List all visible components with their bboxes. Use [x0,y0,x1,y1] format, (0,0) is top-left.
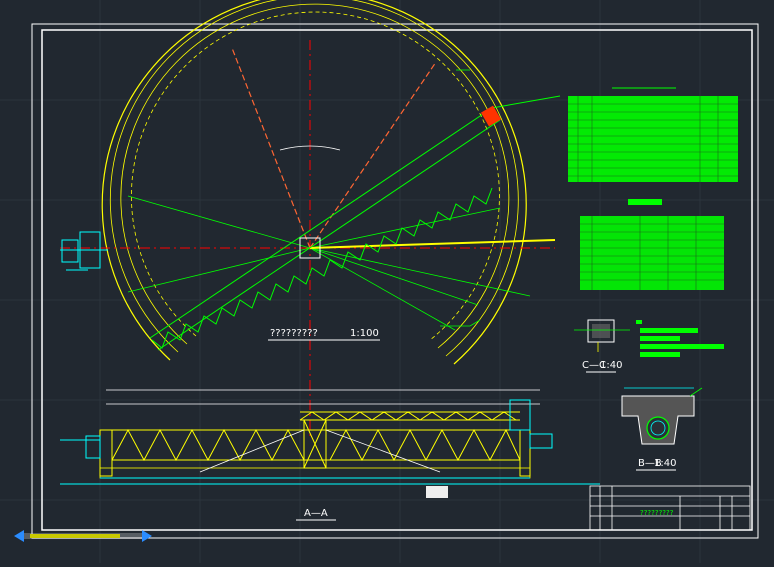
scroll-left-arrow-icon[interactable] [14,530,24,542]
plan-callouts [440,69,481,327]
elevation-block [426,486,448,498]
dashed-members [231,47,437,249]
equipment-table [568,87,738,182]
plan-view: ????????? 1:100 [60,0,561,440]
section-b-detail: B—B 1:40 [621,387,703,471]
title-block [589,485,751,531]
title-block-drawing-name: ????????? [640,509,674,517]
section-a-label: A—A [304,508,328,519]
drive-unit-highlight [480,105,502,127]
tank-ring [101,0,527,365]
truss-bridge [149,95,561,351]
plan-title: ????????? [270,328,318,339]
navigation-scrollbar[interactable] [14,530,152,542]
scroll-right-arrow-icon[interactable] [142,530,152,542]
cad-drawing-canvas[interactable]: ????????? 1:100 C—C 1:40 B—B 1:40 A—A ??… [0,0,774,563]
plan-scale: 1:100 [350,328,379,339]
scrollbar-thumb[interactable] [30,534,120,538]
left-inlet-detail [60,231,108,271]
section-c-detail: C—C 1:40 [574,319,630,373]
parameter-table [580,199,724,290]
notes-block [636,320,724,357]
scraper-arm [309,239,556,249]
section-c-scale: 1:40 [600,360,622,371]
section-b-scale: 1:40 [654,458,676,469]
